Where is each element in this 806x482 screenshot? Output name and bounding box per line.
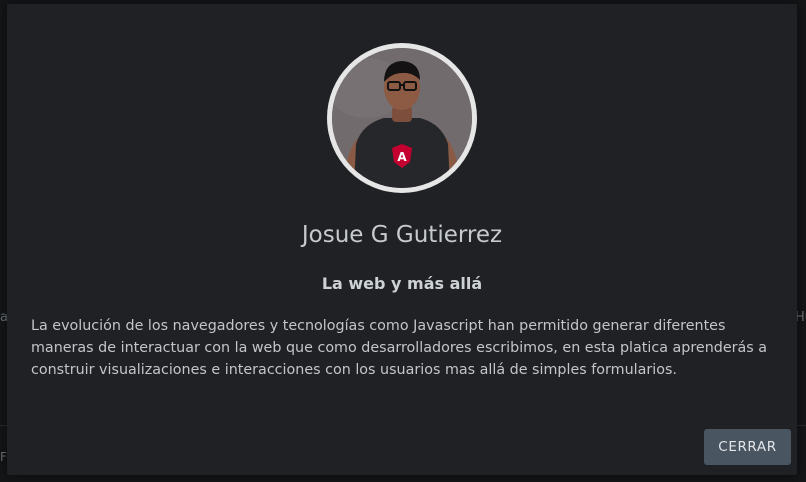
talk-title: La web y más allá [321,274,483,293]
speaker-name: Josue G Gutierrez [301,222,503,248]
close-button[interactable]: CERRAR [704,429,791,465]
svg-text:A: A [397,150,407,164]
talk-description: La evolución de los navegadores y tecnol… [31,318,768,378]
speaker-photo: A [332,48,472,188]
speaker-avatar: A [332,48,472,188]
avatar-ring: A [327,43,477,193]
background-text-bottom: F [0,450,7,464]
speaker-modal: A Josue G Gutierrez La web y más allá La… [7,4,797,475]
